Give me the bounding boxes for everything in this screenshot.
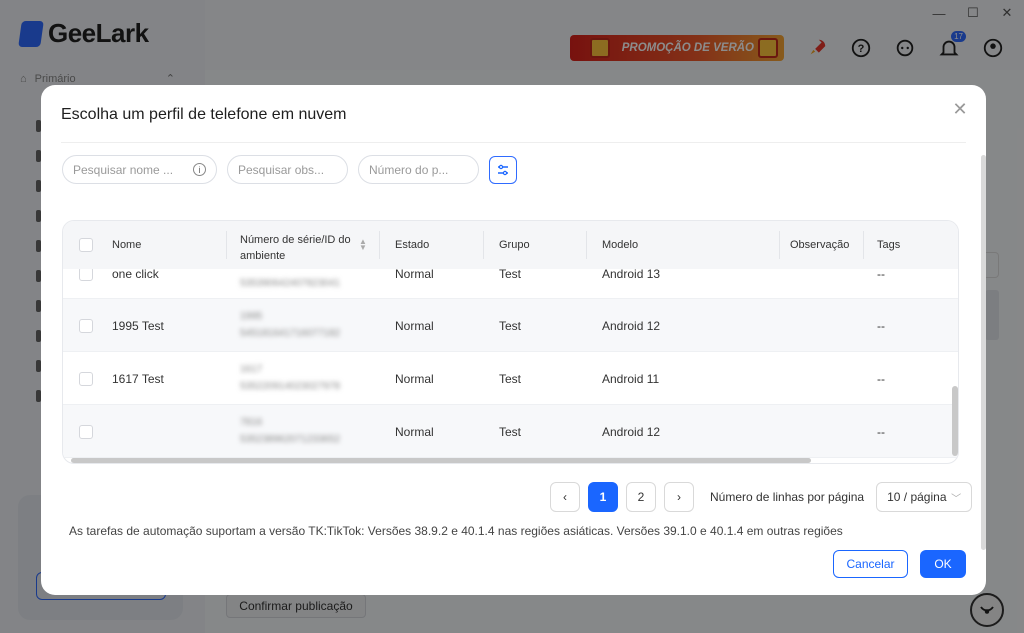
row-checkbox[interactable] — [79, 425, 93, 439]
cell-group: Test — [499, 267, 522, 281]
pagination: ‹ 1 2 › Número de linhas por página 10 /… — [550, 482, 973, 512]
cell-name: one click — [112, 267, 159, 281]
header-group: Grupo — [499, 239, 530, 251]
cell-serial-line2: 535238962071233652 — [240, 434, 341, 445]
cell-serial-line1: 7816 — [240, 417, 263, 428]
cell-tags: -- — [877, 425, 885, 439]
cell-model: Android 12 — [602, 425, 661, 439]
page-size-value: 10 / página — [887, 490, 947, 504]
cell-serial-line1: 1995 — [240, 311, 263, 322]
divider — [61, 142, 966, 143]
column-separator — [863, 231, 864, 259]
modal-title: Escolha um perfil de telefone em nuvem — [61, 106, 347, 123]
cell-group: Test — [499, 319, 522, 333]
profiles-table: Nome Número de série/ID do ambiente ▲ ▼ E… — [62, 220, 959, 464]
header-name: Nome — [112, 239, 142, 251]
header-tags: Tags — [877, 239, 901, 251]
advanced-filter-button[interactable] — [489, 155, 517, 184]
header-status: Estado — [395, 239, 430, 251]
column-separator — [586, 231, 587, 259]
search-name-input[interactable]: Pesquisar nome ... i — [62, 155, 217, 184]
table-header: Nome Número de série/ID do ambiente ▲ ▼ E… — [63, 221, 958, 269]
table-row[interactable]: 1617 Test 1617 535220914023027978 Normal… — [63, 352, 958, 405]
cell-model: Android 12 — [602, 319, 661, 333]
column-separator — [483, 231, 484, 259]
cancel-button[interactable]: Cancelar — [833, 550, 908, 578]
ok-button[interactable]: OK — [920, 550, 966, 578]
table-vertical-scrollbar[interactable] — [952, 386, 958, 456]
select-all-checkbox[interactable] — [79, 238, 93, 252]
cell-tags: -- — [877, 319, 885, 333]
header-model: Modelo — [602, 239, 639, 251]
phone-number-input[interactable]: Número do p... — [358, 155, 479, 184]
modal-scrollbar[interactable] — [981, 155, 986, 550]
table-horizontal-scrollbar[interactable] — [63, 457, 958, 463]
search-observation-input[interactable]: Pesquisar obs... — [227, 155, 348, 184]
cell-status: Normal — [395, 372, 434, 386]
cell-serial-line2: 535220914023027978 — [240, 381, 341, 392]
row-checkbox[interactable] — [79, 372, 93, 386]
phone-number-placeholder: Número do p... — [369, 162, 449, 177]
cell-serial-line2: 545181641716077182 — [240, 328, 341, 339]
prev-page-button[interactable]: ‹ — [550, 482, 580, 512]
column-separator — [379, 231, 380, 259]
automation-note: As tarefas de automação suportam a versã… — [69, 524, 843, 538]
column-separator — [226, 231, 227, 259]
info-icon[interactable]: i — [193, 163, 206, 176]
rows-per-page-label: Número de linhas por página — [710, 490, 865, 504]
table-row[interactable]: 7816 535238962071233652 Normal Test Andr… — [63, 405, 958, 458]
search-observation-placeholder: Pesquisar obs... — [238, 162, 325, 177]
cell-group: Test — [499, 425, 522, 439]
table-row[interactable]: 1995 Test 1995 545181641716077182 Normal… — [63, 299, 958, 352]
row-checkbox[interactable] — [79, 267, 93, 281]
search-name-placeholder: Pesquisar nome ... — [73, 162, 174, 177]
cell-name: 1617 Test — [112, 372, 164, 386]
header-observation: Observação — [790, 239, 850, 251]
page-size-select[interactable]: 10 / página ﹀ — [876, 482, 973, 512]
chevron-down-icon: ﹀ — [951, 493, 962, 505]
cell-serial: 535390642407823041 — [240, 278, 341, 289]
close-icon[interactable]: ✕ — [950, 99, 970, 119]
cell-tags: -- — [877, 267, 885, 281]
cell-model: Android 13 — [602, 267, 661, 281]
header-serial: Número de série/ID do ambiente — [240, 234, 351, 262]
choose-cloud-phone-profile-modal: Escolha um perfil de telefone em nuvem ✕… — [41, 85, 986, 595]
cell-model: Android 11 — [602, 372, 660, 386]
filter-bar: Pesquisar nome ... i Pesquisar obs... Nú… — [62, 155, 517, 184]
cell-tags: -- — [877, 372, 885, 386]
next-page-button[interactable]: › — [664, 482, 694, 512]
scrollbar-thumb[interactable] — [71, 458, 811, 463]
column-separator — [779, 231, 780, 259]
cell-serial-line1: 1617 — [240, 364, 263, 375]
page-button-1[interactable]: 1 — [588, 482, 618, 512]
cell-status: Normal — [395, 425, 434, 439]
cell-name: 1995 Test — [112, 319, 164, 333]
sort-icon[interactable]: ▲ ▼ — [359, 238, 367, 252]
page-button-2[interactable]: 2 — [626, 482, 656, 512]
sliders-icon — [498, 164, 508, 175]
cell-status: Normal — [395, 267, 434, 281]
row-checkbox[interactable] — [79, 319, 93, 333]
cell-status: Normal — [395, 319, 434, 333]
cell-group: Test — [499, 372, 522, 386]
